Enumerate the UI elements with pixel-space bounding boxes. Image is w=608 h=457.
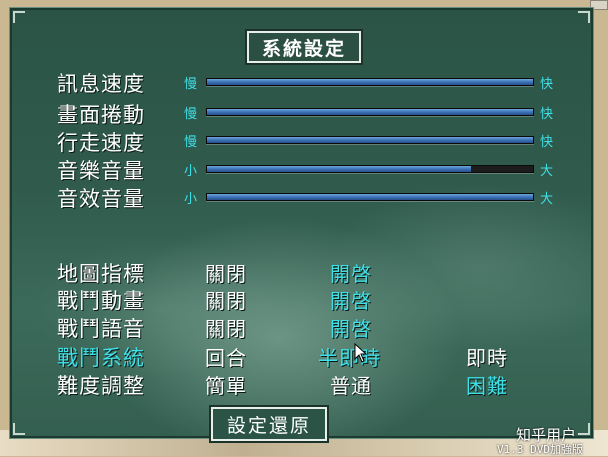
option-difficulty-easy[interactable]: 簡單 [205,370,247,399]
page-title: 系統設定 [247,31,361,63]
slider-fill [207,109,533,115]
slider-label-music-volume: 音樂音量 [57,159,145,183]
corner-ornament [578,423,590,435]
option-map-pointer-on[interactable]: 開啓 [330,258,372,287]
option-battle-system-semi-realtime[interactable]: 半即時 [318,342,381,371]
option-battle-voice-on[interactable]: 開啓 [330,313,372,342]
option-battle-animation-on[interactable]: 開啓 [330,285,372,314]
option-battle-animation-off[interactable]: 關閉 [205,285,247,314]
mouse-cursor-icon [354,343,368,363]
slider-fill [207,137,533,143]
slider-max-label: 大 [540,164,554,179]
slider-music-volume[interactable] [206,165,534,173]
slider-fill [207,194,533,200]
option-battle-voice-off[interactable]: 關閉 [205,313,247,342]
slider-message-speed[interactable] [206,78,534,86]
slider-label-message-speed: 訊息速度 [57,72,145,96]
slider-label-screen-scroll: 畫面捲動 [57,103,145,127]
option-difficulty-normal[interactable]: 普通 [330,370,372,399]
version-text: V1.3 DVD加強版 [497,443,583,456]
corner-ornament [13,11,25,23]
corner-ornament [578,11,590,23]
option-label-battle-voice: 戰鬥語音 [57,317,145,341]
slider-max-label: 大 [540,192,554,207]
option-label-battle-system: 戰鬥系統 [57,346,145,370]
reset-settings-button[interactable]: 設定還原 [211,407,327,441]
slider-min-label: 小 [184,164,198,179]
slider-label-sfx-volume: 音效音量 [57,187,145,211]
slider-sfx-volume[interactable] [206,193,534,201]
option-battle-system-realtime[interactable]: 即時 [466,342,508,371]
option-label-difficulty: 難度調整 [57,374,145,398]
slider-fill [207,79,533,85]
option-label-map-pointer: 地圖指標 [57,262,145,286]
option-label-battle-animation: 戰鬥動畫 [57,289,145,313]
slider-min-label: 慢 [184,107,198,122]
slider-max-label: 快 [540,135,554,150]
slider-max-label: 快 [540,107,554,122]
slider-screen-scroll[interactable] [206,108,534,116]
slider-label-walk-speed: 行走速度 [57,131,145,155]
slider-walk-speed[interactable] [206,136,534,144]
option-difficulty-hard[interactable]: 困難 [466,370,508,399]
slider-max-label: 快 [540,77,554,92]
corner-ornament [13,423,25,435]
option-map-pointer-off[interactable]: 關閉 [205,258,247,287]
slider-min-label: 慢 [184,135,198,150]
slider-min-label: 小 [184,192,198,207]
option-battle-system-turn[interactable]: 回合 [205,342,247,371]
slider-min-label: 慢 [184,77,198,92]
slider-fill [207,166,472,172]
